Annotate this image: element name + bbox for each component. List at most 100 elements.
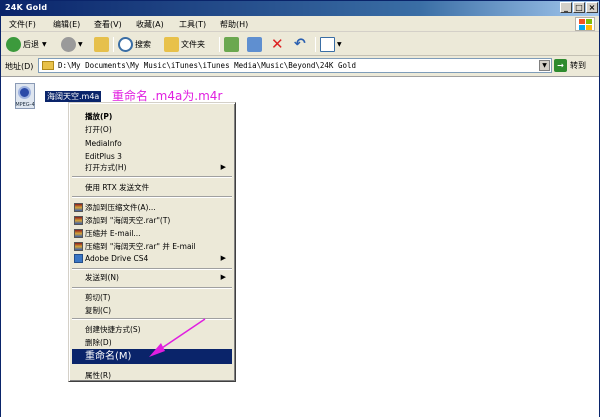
chevron-down-icon: ▼: [337, 41, 342, 48]
menu-item-label: Adobe Drive CS4: [85, 254, 149, 263]
menu-item-cut[interactable]: 剪切(T): [72, 291, 232, 304]
menu-item-open-with[interactable]: 打开方式(H) ▶: [72, 161, 232, 174]
folder-icon: [164, 37, 179, 52]
menu-tools[interactable]: 工具(T): [179, 19, 206, 30]
menu-separator: [72, 318, 232, 320]
submenu-arrow-icon: ▶: [220, 254, 226, 262]
menu-item-label: EditPlus 3: [85, 152, 122, 161]
search-label: 搜索: [135, 40, 151, 49]
submenu-arrow-icon: ▶: [220, 273, 226, 281]
menu-item-label: 添加到压缩文件(A)...: [85, 203, 156, 212]
submenu-arrow-icon: ▶: [220, 163, 226, 171]
forward-arrow-icon: [61, 37, 76, 52]
undo-button[interactable]: ↶: [294, 36, 306, 53]
menu-separator: [72, 176, 232, 178]
menu-item-delete[interactable]: 删除(D): [72, 336, 232, 349]
back-button[interactable]: 后退 ▼: [6, 36, 47, 53]
menu-item-rtx-send[interactable]: 使用 RTX 发送文件: [72, 181, 232, 194]
views-icon: [320, 37, 335, 52]
title-bar[interactable]: 24K Gold _ □ ×: [1, 1, 599, 16]
back-arrow-icon: [6, 37, 21, 52]
explorer-window: 24K Gold _ □ × 文件(F) 编辑(E) 查看(V) 收藏(A) 工…: [0, 0, 600, 417]
address-path: D:\My Documents\My Music\iTunes\iTunes M…: [58, 61, 357, 70]
menu-separator: [72, 196, 232, 198]
toolbar: 后退 ▼ ▼ 搜索 文件夹 ✕ ↶ ▼: [1, 33, 599, 56]
address-label: 地址(D): [5, 62, 34, 71]
menu-view[interactable]: 查看(V): [94, 19, 122, 30]
menu-item-label: 属性(R): [85, 371, 112, 380]
file-name-label[interactable]: 海阔天空.m4a: [45, 91, 102, 102]
move-to-icon: [224, 37, 239, 52]
menu-item-open[interactable]: 打开(O): [72, 123, 232, 136]
menu-file[interactable]: 文件(F): [9, 19, 36, 30]
menu-item-label: 重命名(M): [85, 351, 132, 362]
winrar-icon: [74, 229, 83, 238]
menu-item-label: 创建快捷方式(S): [85, 325, 141, 334]
menu-item-mediainfo[interactable]: MediaInfo: [72, 137, 232, 150]
delete-x-icon: ✕: [271, 35, 284, 53]
menu-help[interactable]: 帮助(H): [220, 19, 248, 30]
winrar-icon: [74, 216, 83, 225]
go-label: 转到: [570, 61, 586, 70]
minimize-button[interactable]: _: [560, 2, 572, 13]
menu-item-add-archive[interactable]: 添加到压缩文件(A)...: [72, 201, 232, 214]
folders-button[interactable]: 文件夹: [164, 36, 205, 53]
chevron-down-icon: ▼: [78, 41, 83, 48]
menu-item-compress-email[interactable]: 压缩并 E-mail...: [72, 227, 232, 240]
address-input[interactable]: D:\My Documents\My Music\iTunes\iTunes M…: [38, 58, 552, 73]
back-label: 后退: [23, 40, 39, 49]
menu-item-label: 删除(D): [85, 338, 112, 347]
audio-disc-icon: [18, 86, 31, 99]
menu-item-rename[interactable]: 重命名(M): [72, 349, 232, 364]
toolbar-separator: [113, 37, 114, 52]
adobe-drive-icon: [74, 254, 83, 263]
winrar-icon: [74, 242, 83, 251]
m4a-file-icon[interactable]: MPEG-4: [13, 83, 37, 113]
menu-separator: [72, 268, 232, 270]
menu-item-copy[interactable]: 复制(C): [72, 304, 232, 317]
copy-to-button[interactable]: [247, 36, 264, 53]
menu-item-label: 压缩到 "海阔天空.rar" 并 E-mail: [85, 242, 196, 251]
folder-icon: [42, 61, 54, 70]
menu-item-label: MediaInfo: [85, 139, 122, 148]
toolbar-separator: [219, 37, 220, 52]
close-button[interactable]: ×: [586, 2, 598, 13]
menu-item-add-rar[interactable]: 添加到 "海阔天空.rar"(T): [72, 214, 232, 227]
menu-item-label: 添加到 "海阔天空.rar"(T): [85, 216, 171, 225]
menu-favorites[interactable]: 收藏(A): [136, 19, 164, 30]
windows-logo-icon: [575, 17, 595, 31]
chevron-down-icon: ▼: [42, 41, 47, 48]
address-dropdown-button[interactable]: ▼: [539, 60, 550, 71]
move-to-button[interactable]: [224, 36, 241, 53]
search-icon: [118, 37, 133, 52]
menu-item-label: 压缩并 E-mail...: [85, 229, 141, 238]
menu-edit[interactable]: 编辑(E): [53, 19, 80, 30]
up-folder-icon: [94, 37, 109, 52]
delete-button[interactable]: ✕: [271, 36, 284, 53]
winrar-icon: [74, 203, 83, 212]
menu-separator: [72, 287, 232, 289]
up-folder-button[interactable]: [94, 36, 111, 53]
menu-item-send-to[interactable]: 发送到(N) ▶: [72, 271, 232, 284]
menu-item-adobe-drive[interactable]: Adobe Drive CS4 ▶: [72, 252, 232, 265]
window-title: 24K Gold: [5, 3, 48, 12]
menu-item-label: 使用 RTX 发送文件: [85, 183, 150, 192]
menu-item-label: 播放(P): [85, 112, 113, 121]
menu-bar: 文件(F) 编辑(E) 查看(V) 收藏(A) 工具(T) 帮助(H): [1, 16, 599, 32]
menu-item-label: 发送到(N): [85, 273, 119, 282]
maximize-button[interactable]: □: [573, 2, 585, 13]
toolbar-separator: [315, 37, 316, 52]
menu-item-label: 打开方式(H): [85, 163, 127, 172]
forward-button[interactable]: ▼: [61, 36, 83, 53]
menu-item-play[interactable]: 播放(P): [72, 110, 232, 123]
go-arrow-icon: →: [554, 59, 567, 72]
menu-item-properties[interactable]: 属性(R): [72, 369, 232, 382]
search-button[interactable]: 搜索: [118, 36, 151, 53]
context-menu: 播放(P) 打开(O) MediaInfo EditPlus 3 打开方式(H)…: [68, 102, 236, 382]
go-button[interactable]: → 转到: [554, 58, 597, 73]
menu-item-label: 剪切(T): [85, 293, 111, 302]
folders-label: 文件夹: [181, 40, 205, 49]
menu-item-create-shortcut[interactable]: 创建快捷方式(S): [72, 323, 232, 336]
views-button[interactable]: ▼: [320, 36, 342, 53]
address-bar: 地址(D) D:\My Documents\My Music\iTunes\iT…: [1, 57, 599, 75]
